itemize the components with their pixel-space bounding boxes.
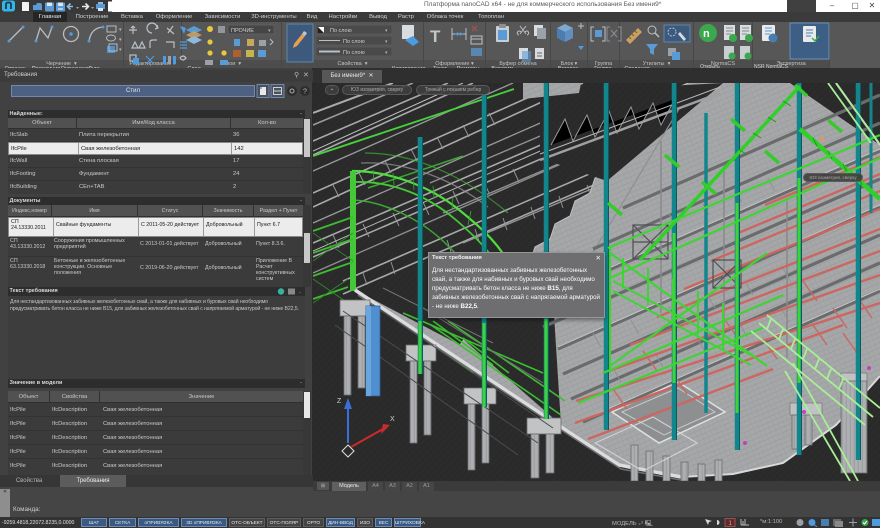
svg-text:Z: Z bbox=[337, 398, 342, 405]
svg-text:По слою: По слою bbox=[343, 50, 365, 56]
svg-text:▾: ▾ bbox=[119, 47, 122, 53]
svg-text:ПРОЧИЕ: ПРОЧИЕ bbox=[231, 28, 254, 34]
svg-text:-: - bbox=[299, 290, 301, 296]
svg-text:T: T bbox=[430, 27, 441, 46]
svg-text:▾: ▾ bbox=[119, 27, 122, 33]
svg-text:X: X bbox=[390, 416, 395, 423]
svg-text:По слою: По слою bbox=[330, 28, 352, 34]
svg-text:n: n bbox=[703, 28, 710, 40]
svg-text:?: ? bbox=[303, 89, 307, 96]
svg-text:По слою: По слою bbox=[343, 39, 365, 45]
svg-text:▾: ▾ bbox=[119, 37, 122, 43]
